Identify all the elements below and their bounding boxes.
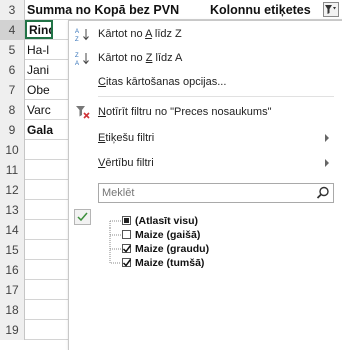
row-number[interactable]: 19 (0, 320, 25, 340)
select-all-checkbox[interactable] (122, 216, 131, 225)
sort-ascending-icon: A Z (75, 29, 89, 42)
tree-connector-icon (109, 256, 121, 264)
row-label-cell[interactable]: Obe (27, 80, 50, 100)
row-number[interactable]: 16 (0, 260, 25, 280)
submenu-arrow-icon (325, 134, 329, 142)
value-filters-item[interactable]: Vērtību filtri (69, 152, 342, 174)
active-cell[interactable]: Rind (25, 20, 53, 39)
row-number[interactable]: 9 (0, 120, 25, 140)
list-item-label: Maize (graudu) (135, 243, 210, 255)
svg-text:A: A (75, 61, 79, 66)
row-number[interactable]: 11 (0, 160, 25, 180)
label-filters-item[interactable]: Etiķešu filtri (69, 127, 342, 149)
item-checkbox[interactable] (122, 244, 132, 253)
checkmark-gutter-box (74, 209, 91, 225)
row-number[interactable]: 6 (0, 60, 25, 80)
values-header[interactable]: Summa no Kopā bez PVN (27, 0, 179, 20)
checkmark-icon (77, 212, 88, 222)
row-label-cell[interactable]: Varc (27, 100, 51, 120)
list-item-label: Maize (tumšā) (135, 257, 205, 269)
row-number[interactable]: 14 (0, 220, 25, 240)
sort-a-to-z-item[interactable]: A Z Kārtot no A līdz Z (69, 23, 342, 45)
row-number[interactable]: 5 (0, 40, 25, 60)
sort-descending-icon: Z A (75, 53, 89, 66)
row-number[interactable]: 13 (0, 200, 25, 220)
filter-search-input[interactable] (102, 185, 302, 201)
svg-text:A: A (75, 29, 79, 35)
filter-search-box[interactable] (98, 183, 334, 203)
filter-value-list: (Atlasīt visu) Maize (gaišā) Maize (grau… (98, 209, 334, 349)
list-item-label: Maize (gaišā) (135, 229, 201, 241)
tree-connector-icon (109, 220, 121, 228)
row-number[interactable]: 18 (0, 300, 25, 320)
tree-connector-icon (109, 228, 121, 242)
row-number[interactable]: 12 (0, 180, 25, 200)
filter-icon (325, 5, 336, 14)
table-row: 3 Summa no Kopā bez PVN Kolonnu etiķetes (0, 0, 342, 20)
grand-total-cell[interactable]: Gala (27, 120, 53, 140)
filter-dropdown-menu: A Z Kārtot no A līdz Z Z A Kārtot no Z l… (68, 20, 342, 350)
svg-text:Z: Z (75, 37, 79, 42)
item-checkbox[interactable] (122, 258, 132, 267)
submenu-arrow-icon (325, 159, 329, 167)
checkmark-icon (122, 259, 132, 267)
svg-text:Z: Z (75, 53, 79, 59)
list-item-label: (Atlasīt visu) (135, 215, 199, 227)
row-number[interactable]: 10 (0, 140, 25, 160)
row-label-cell[interactable]: Ha-l (27, 40, 49, 60)
row-number[interactable]: 17 (0, 280, 25, 300)
checkmark-icon (122, 245, 132, 253)
row-label-cell[interactable]: Jani (27, 60, 49, 80)
row-number[interactable]: 3 (0, 0, 25, 20)
search-icon[interactable] (316, 186, 330, 200)
item-checkbox[interactable] (122, 230, 131, 239)
row-number[interactable]: 7 (0, 80, 25, 100)
row-number[interactable]: 15 (0, 240, 25, 260)
menu-separator (98, 96, 334, 97)
row-number[interactable]: 8 (0, 100, 25, 120)
tree-connector-icon (109, 242, 121, 256)
clear-filter-icon (76, 106, 90, 119)
row-number[interactable]: 4 (0, 20, 25, 40)
column-filter-button[interactable] (323, 2, 339, 17)
clear-filter-item[interactable]: Notīrīt filtru no "Preces nosaukums" (69, 101, 342, 123)
columns-header[interactable]: Kolonnu etiķetes (210, 0, 311, 20)
more-sort-options-item[interactable]: Citas kārtošanas opcijas... (69, 71, 342, 93)
sort-z-to-a-item[interactable]: Z A Kārtot no Z līdz A (69, 47, 342, 69)
